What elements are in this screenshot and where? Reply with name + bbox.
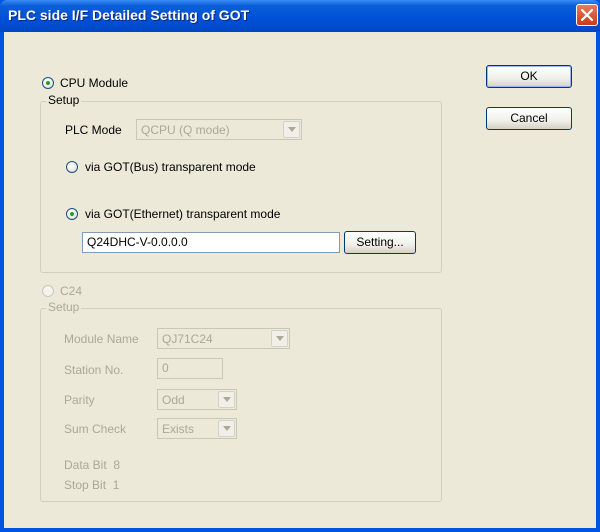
plc-mode-dropdown-button[interactable] [283,121,300,138]
ethernet-mode-radio[interactable] [66,208,78,220]
dialog-title: PLC side I/F Detailed Setting of GOT [8,7,250,23]
bus-mode-label: via GOT(Bus) transparent mode [85,160,256,174]
chevron-down-icon [223,397,231,402]
plc-mode-label: PLC Mode [65,123,122,137]
data-bit-text: Data Bit 8 [64,458,121,472]
parity-dropdown-button[interactable] [218,391,235,408]
ethernet-target-field[interactable]: Q24DHC-V-0.0.0.0 [82,232,340,253]
cpu-module-label: CPU Module [60,76,129,90]
sum-check-value: Exists [162,422,195,436]
chevron-down-icon [288,127,296,132]
module-name-label: Module Name [64,332,139,346]
dialog-window: PLC side I/F Detailed Setting of GOT OK … [0,0,600,532]
sum-check-select[interactable]: Exists [157,418,237,439]
cancel-button[interactable]: Cancel [486,107,572,130]
chevron-down-icon [276,336,284,341]
plc-mode-value: QCPU (Q mode) [141,123,230,137]
c24-setup-legend: Setup [46,300,82,314]
sum-check-label: Sum Check [64,422,127,436]
ok-button[interactable]: OK [486,65,572,88]
module-name-value: QJ71C24 [162,332,213,346]
station-no-field[interactable]: 0 [157,358,223,379]
plc-mode-select[interactable]: QCPU (Q mode) [136,119,302,140]
station-no-label: Station No. [64,363,124,377]
stop-bit-text: Stop Bit 1 [64,478,120,492]
dialog-body: OK Cancel CPU Module Setup PLC Mode QCPU… [4,32,596,528]
bus-mode-radio[interactable] [66,161,78,173]
c24-radio[interactable] [42,285,54,297]
close-icon [581,9,593,21]
module-name-select[interactable]: QJ71C24 [157,328,290,349]
c24-label: C24 [60,284,83,298]
parity-select[interactable]: Odd [157,389,237,410]
parity-label: Parity [64,393,95,407]
title-bar[interactable]: PLC side I/F Detailed Setting of GOT [0,0,600,32]
chevron-down-icon [223,426,231,431]
close-button[interactable] [576,4,598,26]
module-name-dropdown-button[interactable] [271,330,288,347]
ethernet-mode-label: via GOT(Ethernet) transparent mode [85,207,281,221]
cpu-module-radio[interactable] [42,77,54,89]
cpu-setup-legend: Setup [46,93,82,107]
parity-value: Odd [162,393,185,407]
setting-button[interactable]: Setting... [344,231,416,254]
sum-check-dropdown-button[interactable] [218,420,235,437]
